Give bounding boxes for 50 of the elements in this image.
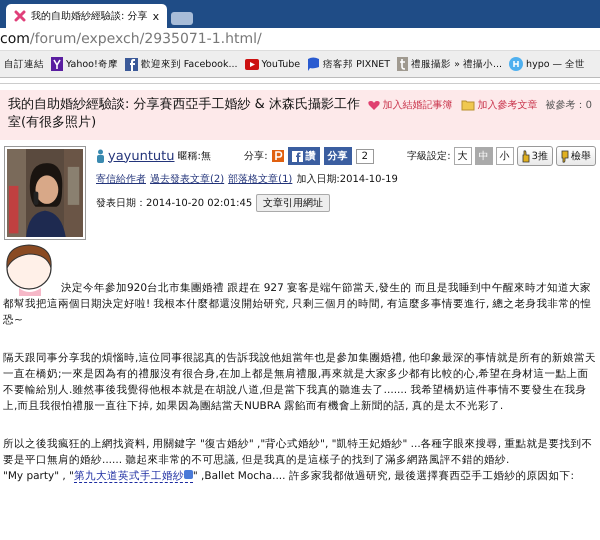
bookmark[interactable]: hypo — 全世: [509, 57, 586, 71]
tab-title: 我的自助婚紗經驗談: 分享: [31, 10, 148, 23]
paragraph: 所以之後我瘋狂的上網找資料, 用關鍵字 "復古婚紗" ,"背心式婚紗", "凱特王妃婚紗" ...各種字眼來搜尋, 重點就是要找到不要是平口無肩的婚紗...... 聽起來非常的不可思議, 但是我真的是這樣子的找到了滿多網路風評不錯的婚紗.: [3, 437, 594, 468]
facebook-icon: [292, 150, 303, 162]
action-link[interactable]: 加入參考文章: [460, 98, 538, 112]
paragraph: "My party" , "第九大道英式手工婚紗 " ,Ballet Mocha.... 許多家我都做過研究, 最後選擇賽西亞手工婚紗的原因如下:: [3, 469, 576, 484]
bookmark[interactable]: 禮服攝影 » 禮攝小...: [397, 57, 502, 71]
yahoo-icon: [51, 57, 63, 71]
hypo-icon: [509, 57, 524, 71]
reference-count: 被參考：0: [546, 98, 592, 112]
author-link[interactable]: 寄信給作者: [96, 172, 146, 186]
share-count: 2: [356, 148, 374, 164]
like-button[interactable]: 讚: [288, 147, 320, 165]
bookmark[interactable]: 歡迎來到 Facebook...: [124, 58, 238, 70]
bookmark[interactable]: 痞客邦 PIXNET: [307, 57, 390, 71]
bookmark[interactable]: YouTube: [244, 58, 300, 70]
post-date: 發表日期：2014-10-20 02:01:45: [96, 196, 252, 210]
report-button[interactable]: 檢舉: [556, 146, 596, 166]
speech-bubble-icon: [307, 57, 320, 71]
nickname: 暱稱:無: [178, 150, 211, 163]
tumblr-icon: [397, 57, 408, 71]
author-name-link[interactable]: yayuntutu: [108, 148, 175, 164]
cite-url-button[interactable]: 文章引用網址: [256, 194, 330, 212]
youtube-icon: [244, 58, 258, 70]
like-button[interactable]: 3推: [516, 146, 553, 166]
share-button[interactable]: 分享: [324, 147, 352, 165]
facebook-icon: [124, 58, 138, 70]
article-title: 我的自助婚紗經驗談: 分享賽西亞手工婚紗 & 沐森氏攝影工作室(有很多照片): [8, 96, 361, 132]
heart-icon: [368, 100, 380, 110]
user-icon: [96, 149, 105, 163]
share-label: 分享:: [244, 150, 268, 163]
author-link[interactable]: 部落格文章(1): [228, 172, 292, 186]
font-size-label: 字級設定:: [407, 150, 451, 163]
browser-tab[interactable]: 我的自助婚紗經驗談: 分享 x: [6, 4, 168, 28]
font-size-option[interactable]: 大: [454, 147, 472, 165]
folder-icon: [460, 99, 475, 111]
thumbs-up-icon: [522, 150, 530, 162]
bookmark[interactable]: 自訂連結: [4, 58, 44, 70]
close-tab-button[interactable]: x: [152, 10, 160, 22]
action-link[interactable]: 加入結婚記事簿: [368, 98, 453, 112]
article-link[interactable]: 第九大道英式手工婚紗: [74, 470, 193, 483]
share-icon[interactable]: [272, 150, 284, 162]
font-size-option[interactable]: 小: [496, 147, 514, 165]
paragraph: 隔天跟同事分享我的煩惱時,這位同事很認真的告訴我說他姐當年也是參加集團婚禮, 他印象最深的事情就是所有的新娘當天一直在橋奶;一來是因為有的禮服沒有很合身,在加上都是無肩禮服,再來就是大家多少都有比較的心,希望在身材這一點上面不要輸給別人.雖然事後我覺得他根本就是在胡說八道,但是當下我真的聽進去了....... 我希望橋奶這件事情不要發生在我身上,而且我很怕禮服一直往下掉, 如果因為團結當天NUBRA 露餡而有機會上新聞的話, 真的是太不光彩了.: [3, 351, 597, 414]
paragraph: 決定今年參加920台北市集團婚禮 跟趕在 927 宴客是端午節當天,發生的 而且是我睡到中午醒來時才知道大家都幫我把這兩個日期決定好啦! 我根本什麼都還沒開始研究, 只剩三個月的時間, 有這麼多事情要進行, 總之老身我非常的惶恐~: [3, 282, 592, 326]
author-link[interactable]: 過去發表文章(2): [150, 172, 224, 186]
bookmark[interactable]: Yahoo!奇摩: [51, 57, 118, 71]
join-date: 加入日期:2014-10-19: [296, 172, 398, 186]
thumbs-down-icon: [560, 150, 569, 162]
new-tab-button[interactable]: [171, 12, 194, 25]
